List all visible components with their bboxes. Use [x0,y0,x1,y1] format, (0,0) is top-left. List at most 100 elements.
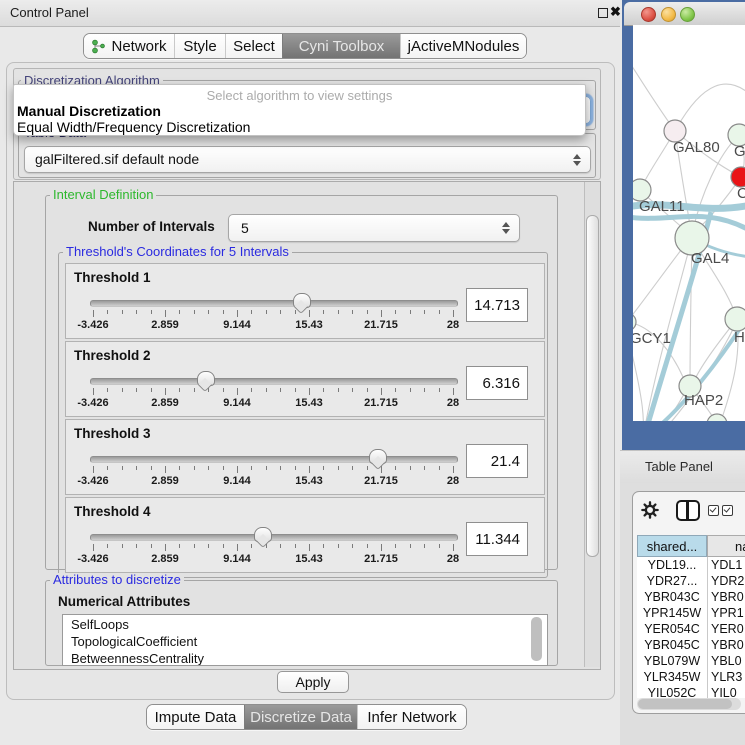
attributes-list-scrollbar-thumb[interactable] [531,617,542,661]
slider-tick [338,310,339,314]
slider-track[interactable] [90,456,458,463]
threshold-value-field[interactable]: 6.316 [466,366,528,400]
slider-tick [352,544,353,548]
slider-tick [352,310,353,314]
slider-tick [410,466,411,470]
slider-tick [107,466,108,470]
table-row-shared-name[interactable]: YIL052C [637,685,707,698]
slider-tick [237,388,238,395]
tab-label: Style [183,38,216,55]
table-row-name[interactable]: YBR0 [711,589,744,605]
threshold-value-field[interactable]: 14.713 [466,288,528,322]
close-traffic-light-icon[interactable] [641,7,656,22]
tab-style[interactable]: Style [174,34,225,58]
slider-thumb[interactable] [369,449,387,464]
table-row-name[interactable]: YER0 [711,621,744,637]
table-row-shared-name[interactable]: YPR145W [637,605,707,621]
list-item[interactable]: SelfLoops [71,617,129,632]
network-window-titlebar[interactable] [624,2,745,26]
table-row-shared-name[interactable]: YBR043C [637,589,707,605]
zoom-traffic-light-icon[interactable] [680,7,695,22]
table-row-shared-name[interactable]: YLR345W [637,669,707,685]
slider-thumb[interactable] [293,293,311,308]
slider-thumb[interactable] [254,527,272,542]
tab-impute-data[interactable]: Impute Data [147,705,244,729]
close-window-button[interactable]: ✖ [610,4,621,20]
slider-tick [93,466,94,473]
table-row-name[interactable]: YIL0 [711,685,737,698]
horizontal-scrollbar-thumb[interactable] [638,699,732,709]
slider-tick [107,310,108,314]
slider-track[interactable] [90,378,458,385]
tab-jactivemnodules[interactable]: jActiveMNodules [400,34,526,58]
split-panel-icon[interactable] [676,500,700,521]
dropdown-prompt: Select algorithm to view settings [14,88,585,103]
slider-thumb[interactable] [197,371,215,386]
vertical-scrollbar-thumb[interactable] [586,215,599,557]
slider-tick [323,310,324,314]
slider-tick [251,388,252,392]
table-row-shared-name[interactable]: YBR045C [637,637,707,653]
slider-tick [352,388,353,392]
combo-spinner-icon [573,154,581,166]
slider-tick [194,466,195,470]
slider-tick [266,466,267,470]
slider-tick-label: 21.715 [356,397,406,409]
slider-tick [381,466,382,473]
table-row-shared-name[interactable]: YDL19... [637,557,707,573]
table-row-name[interactable]: YBL0 [711,653,742,669]
checkbox-icon[interactable] [722,505,733,516]
table-row-name[interactable]: YLR3 [711,669,742,685]
slider-tick-label: 15.43 [284,553,334,565]
checkbox-icon[interactable] [708,505,719,516]
network-nodes[interactable] [633,120,745,421]
number-of-intervals-combobox[interactable]: 5 [228,214,520,242]
table-data-combobox[interactable]: galFiltered.sif default node [24,146,591,173]
slider-tick [367,466,368,470]
dropdown-option-equal-width[interactable]: Equal Width/Frequency Discretization [17,119,250,135]
tab-cyni-toolbox[interactable]: Cyni Toolbox [282,34,400,58]
table-row-shared-name[interactable]: YDR27... [637,573,707,589]
tab-network[interactable]: Network [84,34,174,58]
slider-tick [223,544,224,548]
slider-tick-label: 21.715 [356,319,406,331]
tab-infer-network[interactable]: Infer Network [357,705,466,729]
node-label: H [734,329,745,346]
table-row-shared-name[interactable]: YER054C [637,621,707,637]
minimize-traffic-light-icon[interactable] [661,7,676,22]
slider-tick [93,388,94,395]
gear-icon[interactable] [641,501,659,519]
table-row-name[interactable]: YBR0 [711,637,744,653]
threshold-panel-2: Threshold 2-3.4262.8599.14415.4321.71528… [65,341,545,417]
node-label: GAL4 [691,250,729,267]
tab-discretize-data[interactable]: Discretize Data [244,705,357,729]
table-row-name[interactable]: YDR2 [711,573,744,589]
tab-select[interactable]: Select [225,34,282,58]
list-item[interactable]: BetweennessCentrality [71,651,204,666]
slider-tick [338,466,339,470]
dropdown-option-manual[interactable]: Manual Discretization [17,103,161,119]
slider-tick-label: 9.144 [212,397,262,409]
slider-tick [295,388,296,392]
network-canvas[interactable]: GAL80 GA C GAL11 GAL4 GCY1 H HAP2 [633,25,745,421]
slider-tick [223,466,224,470]
table-row-name[interactable]: YPR1 [711,605,744,621]
slider-track[interactable] [90,534,458,541]
numerical-attributes-list: SelfLoops TopologicalCoefficient Betweenne… [62,614,548,666]
slider-tick [179,544,180,548]
threshold-value-field[interactable]: 11.344 [466,522,528,556]
horizontal-scrollbar[interactable] [637,698,741,710]
table-row-shared-name[interactable]: YBL079W [637,653,707,669]
apply-button[interactable]: Apply [277,671,349,693]
float-window-button[interactable] [598,8,608,18]
threshold-panel-4: Threshold 4-3.4262.8599.14415.4321.71528… [65,497,545,573]
slider-tick [439,466,440,470]
column-header-name[interactable]: na [707,535,745,557]
tab-label: Discretize Data [250,709,352,726]
threshold-value-field[interactable]: 21.4 [466,444,528,478]
table-row-name[interactable]: YDL1 [711,557,742,573]
slider-tick-label: 9.144 [212,475,262,487]
list-item[interactable]: TopologicalCoefficient [71,634,197,649]
slider-track[interactable] [90,300,458,307]
column-header-shared-name[interactable]: shared... [637,535,707,557]
